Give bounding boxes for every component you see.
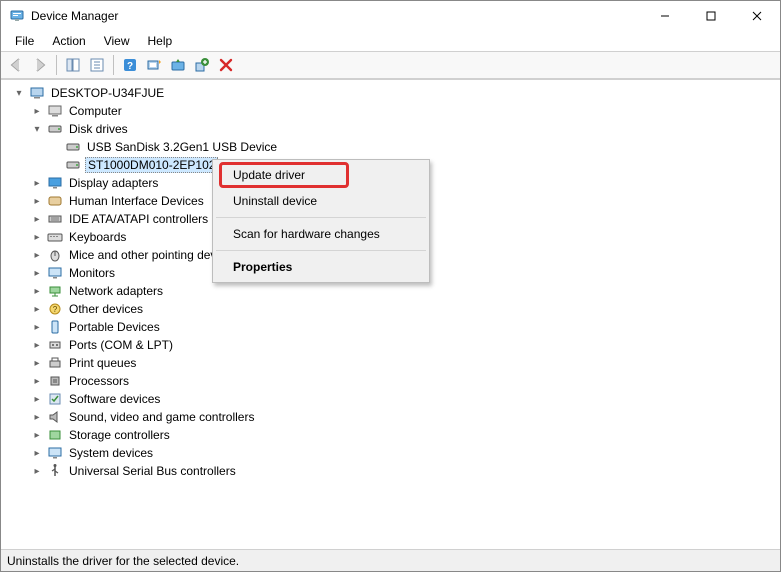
statusbar: Uninstalls the driver for the selected d… bbox=[1, 549, 780, 571]
update-driver-button[interactable] bbox=[167, 54, 189, 76]
menu-action[interactable]: Action bbox=[44, 33, 93, 49]
chevron-right-icon[interactable]: ▸ bbox=[31, 178, 43, 189]
device-tree-panel[interactable]: ▾ DESKTOP-U34FJUE ▸Computer ▾Disk drives… bbox=[1, 79, 780, 549]
help-button[interactable]: ? bbox=[119, 54, 141, 76]
keyboard-icon bbox=[47, 229, 63, 245]
tree-node-processors[interactable]: ▸Processors bbox=[29, 372, 780, 390]
chevron-right-icon[interactable]: ▸ bbox=[31, 286, 43, 297]
menu-view[interactable]: View bbox=[96, 33, 138, 49]
context-menu: Update driver Uninstall device Scan for … bbox=[212, 159, 430, 283]
computer-icon bbox=[29, 85, 45, 101]
disk-icon bbox=[65, 139, 81, 155]
disk-icon bbox=[47, 121, 63, 137]
scan-hardware-button[interactable] bbox=[143, 54, 165, 76]
close-button[interactable] bbox=[734, 1, 780, 31]
tree-node-storage[interactable]: ▸Storage controllers bbox=[29, 426, 780, 444]
tree-node-sound[interactable]: ▸Sound, video and game controllers bbox=[29, 408, 780, 426]
context-menu-separator bbox=[216, 250, 426, 251]
chevron-right-icon[interactable]: ▸ bbox=[31, 430, 43, 441]
svg-text:?: ? bbox=[127, 61, 133, 72]
tree-node-portable[interactable]: ▸Portable Devices bbox=[29, 318, 780, 336]
tree-node-software[interactable]: ▸Software devices bbox=[29, 390, 780, 408]
forward-button[interactable] bbox=[29, 54, 51, 76]
chevron-right-icon[interactable]: ▸ bbox=[31, 376, 43, 387]
chevron-right-icon[interactable]: ▸ bbox=[31, 196, 43, 207]
ctx-scan-hardware[interactable]: Scan for hardware changes bbox=[215, 221, 427, 247]
maximize-button[interactable] bbox=[688, 1, 734, 31]
chevron-right-icon[interactable]: ▸ bbox=[31, 250, 43, 261]
disk-icon bbox=[65, 157, 81, 173]
chevron-right-icon[interactable]: ▸ bbox=[31, 304, 43, 315]
tree-node-ports[interactable]: ▸Ports (COM & LPT) bbox=[29, 336, 780, 354]
tree-node-network[interactable]: ▸Network adapters bbox=[29, 282, 780, 300]
chevron-right-icon[interactable]: ▸ bbox=[31, 448, 43, 459]
window-title: Device Manager bbox=[31, 9, 642, 23]
display-icon bbox=[47, 175, 63, 191]
monitor-icon bbox=[47, 265, 63, 281]
context-menu-separator bbox=[216, 217, 426, 218]
tree-node-computer[interactable]: ▸Computer bbox=[29, 102, 780, 120]
tree-node-disk-drives[interactable]: ▾Disk drives bbox=[29, 120, 780, 138]
app-icon bbox=[9, 8, 25, 24]
cpu-icon bbox=[47, 373, 63, 389]
delete-button[interactable] bbox=[215, 54, 237, 76]
ctx-uninstall-device[interactable]: Uninstall device bbox=[215, 188, 427, 214]
tree-node-system[interactable]: ▸System devices bbox=[29, 444, 780, 462]
software-icon bbox=[47, 391, 63, 407]
chevron-right-icon[interactable]: ▸ bbox=[31, 358, 43, 369]
chevron-right-icon[interactable]: ▸ bbox=[31, 322, 43, 333]
portable-icon bbox=[47, 319, 63, 335]
uninstall-button[interactable] bbox=[191, 54, 213, 76]
chevron-right-icon[interactable]: ▸ bbox=[31, 340, 43, 351]
storage-icon bbox=[47, 427, 63, 443]
ports-icon bbox=[47, 337, 63, 353]
menu-file[interactable]: File bbox=[7, 33, 42, 49]
tree-node-other[interactable]: ▸?Other devices bbox=[29, 300, 780, 318]
chevron-down-icon[interactable]: ▾ bbox=[31, 124, 43, 135]
hid-icon bbox=[47, 193, 63, 209]
titlebar: Device Manager bbox=[1, 1, 780, 31]
menu-help[interactable]: Help bbox=[140, 33, 181, 49]
usb-icon bbox=[47, 463, 63, 479]
back-button[interactable] bbox=[5, 54, 27, 76]
chevron-right-icon[interactable]: ▸ bbox=[31, 106, 43, 117]
minimize-button[interactable] bbox=[642, 1, 688, 31]
sound-icon bbox=[47, 409, 63, 425]
show-hide-tree-button[interactable] bbox=[62, 54, 84, 76]
tree-node-usb[interactable]: ▸Universal Serial Bus controllers bbox=[29, 462, 780, 480]
tree-node-disk1[interactable]: ▸USB SanDisk 3.2Gen1 USB Device bbox=[47, 138, 780, 156]
other-icon: ? bbox=[47, 301, 63, 317]
ctx-properties[interactable]: Properties bbox=[215, 254, 427, 280]
chevron-right-icon[interactable]: ▸ bbox=[31, 214, 43, 225]
statusbar-text: Uninstalls the driver for the selected d… bbox=[7, 554, 239, 568]
mouse-icon bbox=[47, 247, 63, 263]
system-icon bbox=[47, 445, 63, 461]
toolbar-separator bbox=[113, 55, 114, 75]
chevron-right-icon[interactable]: ▸ bbox=[31, 412, 43, 423]
tree-root-label: DESKTOP-U34FJUE bbox=[49, 86, 166, 100]
chevron-right-icon[interactable]: ▸ bbox=[31, 232, 43, 243]
ctx-update-driver[interactable]: Update driver bbox=[215, 162, 427, 188]
svg-text:?: ? bbox=[53, 305, 58, 314]
network-icon bbox=[47, 283, 63, 299]
computer-icon bbox=[47, 103, 63, 119]
menubar: File Action View Help bbox=[1, 31, 780, 51]
chevron-right-icon[interactable]: ▸ bbox=[31, 394, 43, 405]
tree-root[interactable]: ▾ DESKTOP-U34FJUE bbox=[11, 84, 780, 102]
toolbar-separator bbox=[56, 55, 57, 75]
properties-button[interactable] bbox=[86, 54, 108, 76]
chevron-down-icon[interactable]: ▾ bbox=[13, 88, 25, 99]
toolbar: ? bbox=[1, 51, 780, 79]
tree-node-print-queues[interactable]: ▸Print queues bbox=[29, 354, 780, 372]
printer-icon bbox=[47, 355, 63, 371]
ide-icon bbox=[47, 211, 63, 227]
chevron-right-icon[interactable]: ▸ bbox=[31, 466, 43, 477]
chevron-right-icon[interactable]: ▸ bbox=[31, 268, 43, 279]
